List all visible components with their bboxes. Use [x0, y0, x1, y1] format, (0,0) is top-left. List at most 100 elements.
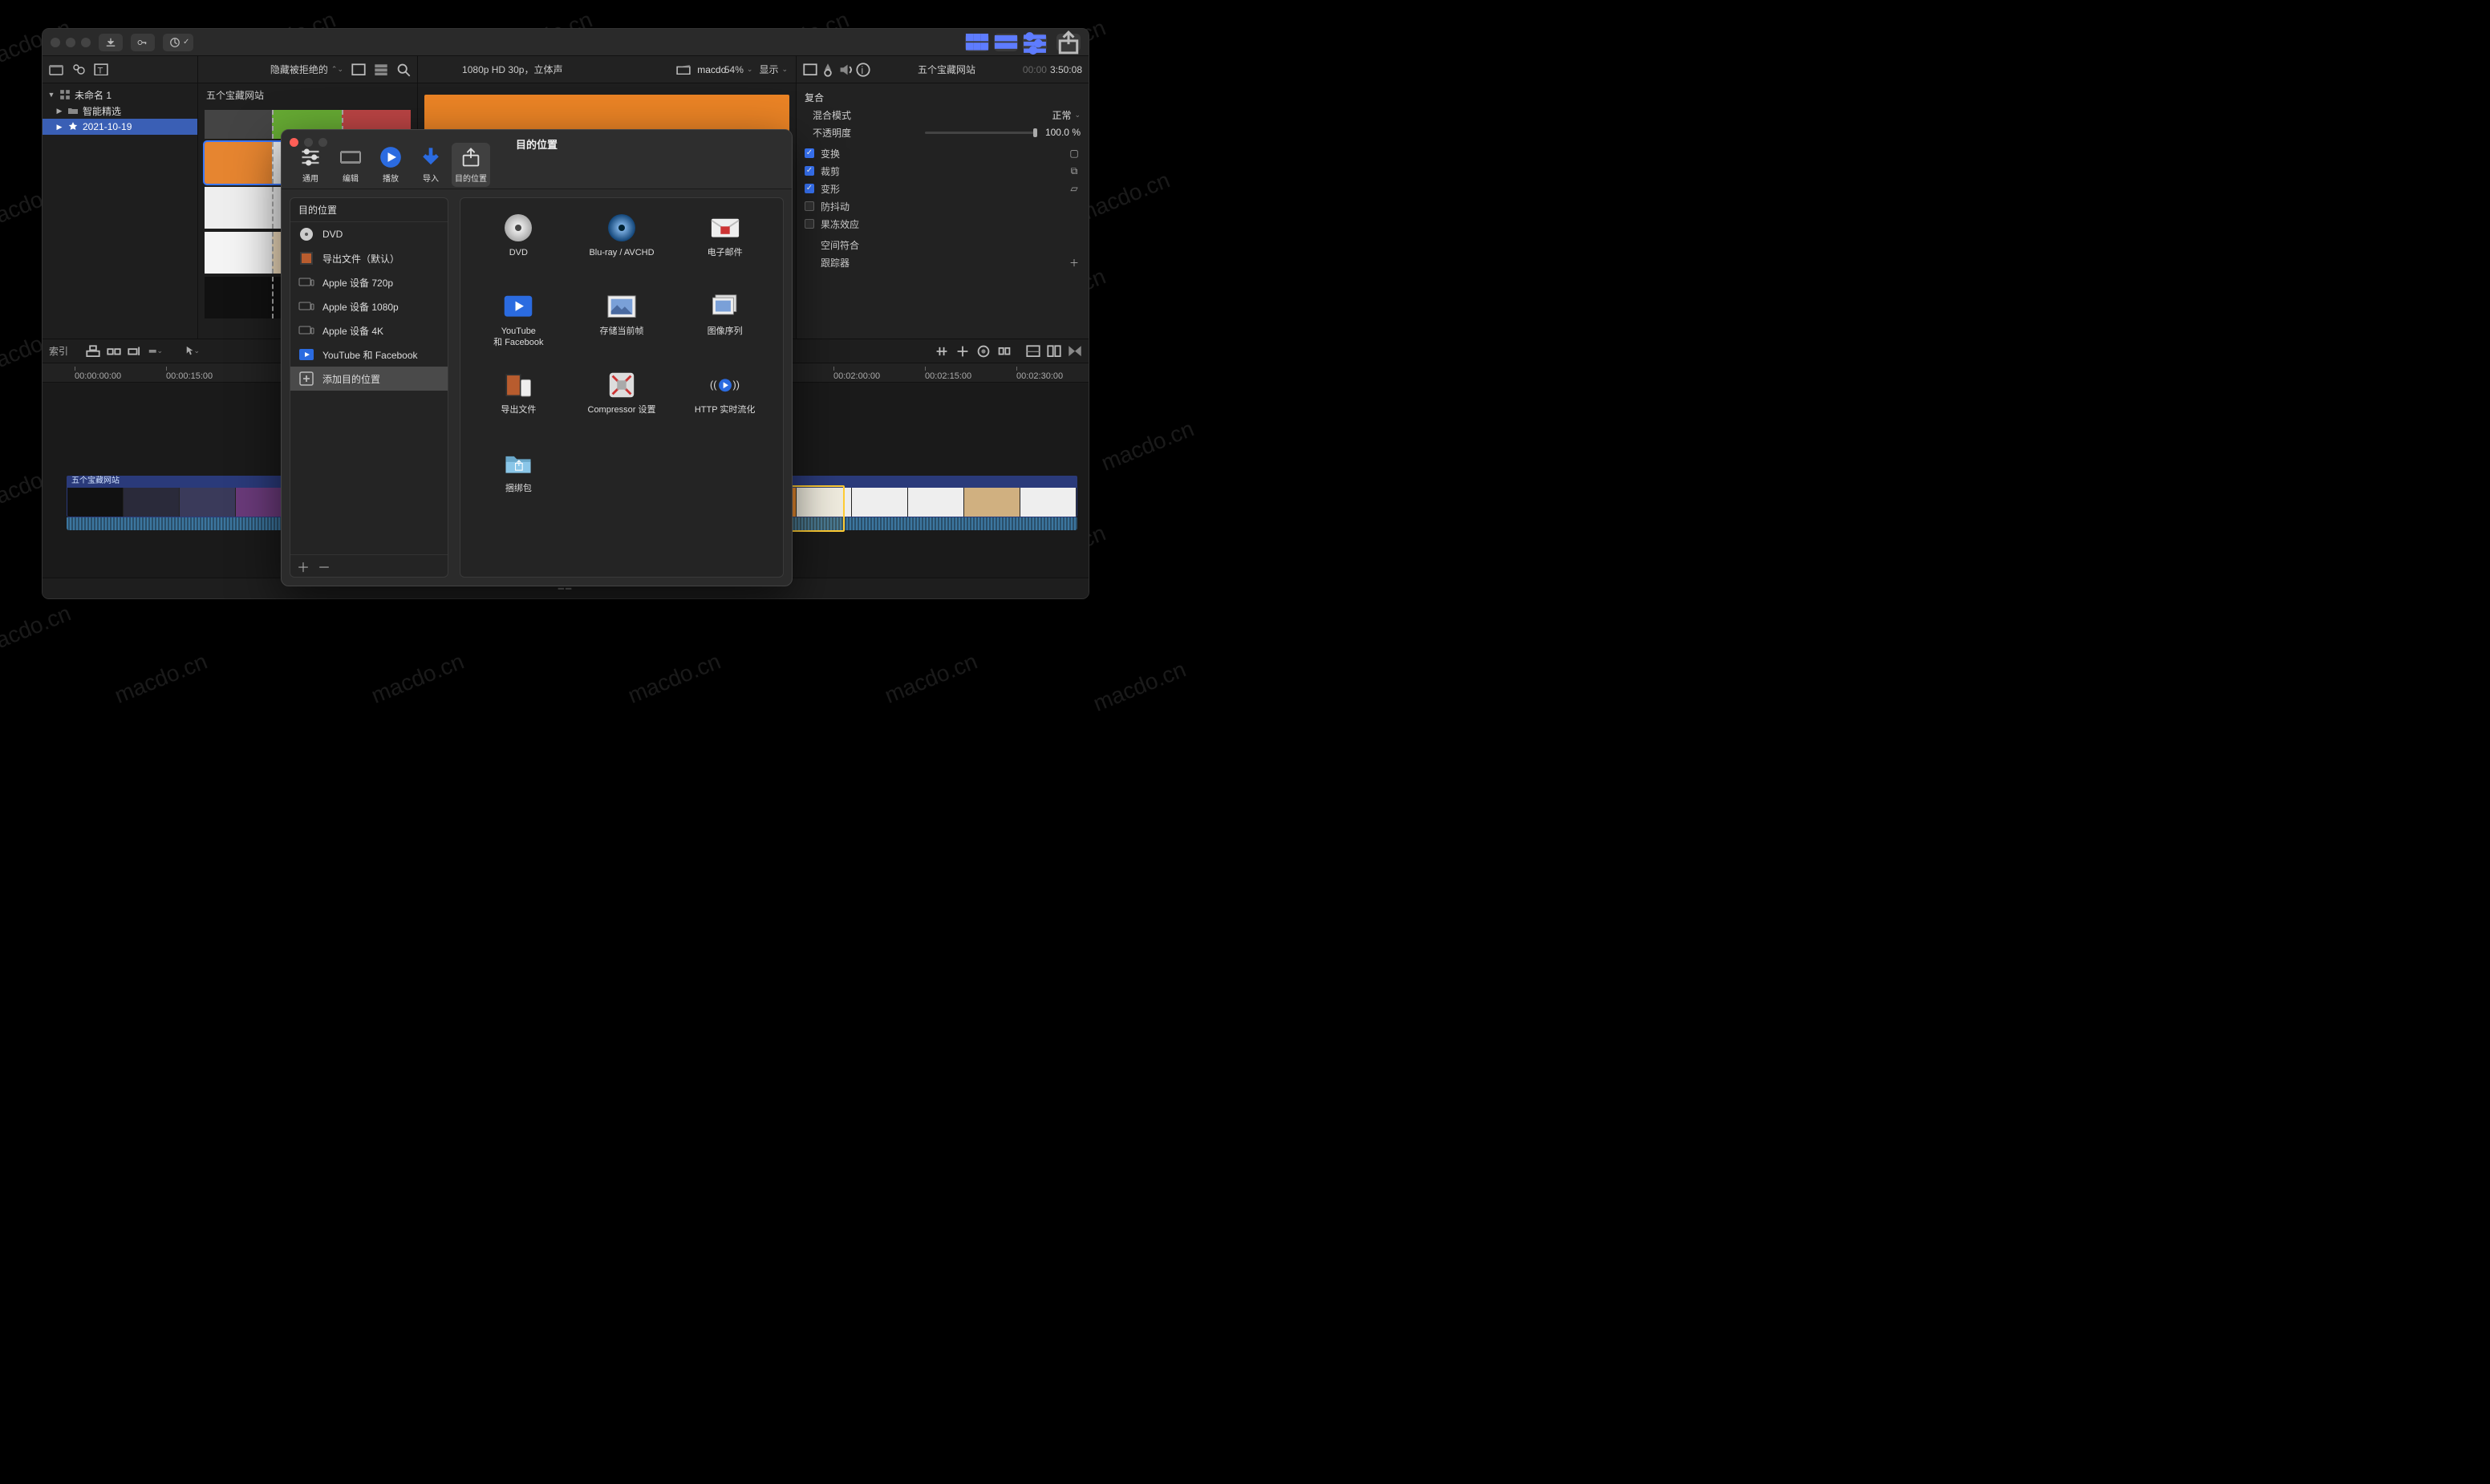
layout-inspector-button[interactable]	[1023, 34, 1047, 51]
sidebar-item-event[interactable]: ▶ 2021-10-19	[43, 119, 197, 135]
remove-destination-button[interactable]: －	[318, 557, 331, 576]
close-dot[interactable]	[51, 38, 60, 47]
tl-arrow-tool[interactable]: ⌄	[185, 344, 200, 359]
dest-label: HTTP 实时流化	[695, 405, 756, 416]
sidebar-item-smart[interactable]: ▶ 智能精选	[43, 103, 197, 119]
chevron-down-icon: ⌄	[193, 347, 200, 355]
tl-connect-icon[interactable]	[86, 344, 100, 359]
watermark: macdo.cn	[111, 648, 211, 708]
tl-append-icon[interactable]	[128, 344, 142, 359]
library-titles-icon[interactable]: T	[94, 63, 108, 77]
clip-browser-title: 五个宝藏网站	[198, 83, 417, 107]
dest-dvd[interactable]: DVD	[468, 213, 569, 288]
transform-tool-icon[interactable]: ▢	[1068, 148, 1081, 159]
rolling-label: 果冻效应	[821, 217, 1081, 231]
chevron-down-icon: ⌄	[156, 347, 163, 355]
background-tasks-button[interactable]: ✓	[163, 34, 193, 51]
clapperboard-icon	[676, 63, 691, 77]
dest-list-item-export-file[interactable]: 导出文件（默认）	[290, 246, 448, 270]
transform-checkbox[interactable]	[805, 148, 814, 158]
clip-filter-dropdown[interactable]: 隐藏被拒绝的 ⌃⌄	[270, 63, 343, 76]
distort-tool-icon[interactable]: ▱	[1068, 183, 1081, 194]
inspector-video-tab[interactable]	[803, 63, 817, 77]
tl-audio-skim-icon[interactable]	[955, 344, 970, 359]
library-root[interactable]: ▼ 未命名 1	[43, 87, 197, 103]
timeline-index-button[interactable]: 索引	[49, 344, 68, 358]
dest-youtube-facebook[interactable]: YouTube 和 Facebook	[468, 291, 569, 367]
tl-skimming-icon[interactable]	[935, 344, 949, 359]
dest-compressor[interactable]: Compressor 设置	[572, 370, 672, 445]
minimize-dot[interactable]	[66, 38, 75, 47]
library-root-label: 未命名 1	[75, 88, 112, 102]
svg-text:((: ((	[710, 379, 717, 391]
add-tracker-icon[interactable]: ＋	[1068, 256, 1081, 270]
viewer-display-dropdown[interactable]: 显示⌄	[759, 63, 788, 76]
library-media-icon[interactable]	[49, 63, 63, 77]
destinations-sidebar-header: 目的位置	[290, 198, 448, 222]
dest-list-item-apple-720p[interactable]: Apple 设备 720p	[290, 270, 448, 294]
library-photos-icon[interactable]	[71, 63, 86, 77]
distort-checkbox[interactable]	[805, 184, 814, 193]
dest-list-item-dvd[interactable]: DVD	[290, 222, 448, 246]
dest-email[interactable]: 电子邮件	[675, 213, 775, 288]
inspector-audio-tab[interactable]	[838, 63, 853, 77]
film-export-icon	[298, 250, 314, 266]
stabilize-checkbox[interactable]	[805, 201, 814, 211]
dest-list-item-apple-4k[interactable]: Apple 设备 4K	[290, 318, 448, 343]
disclosure-triangle-icon[interactable]: ▶	[55, 123, 63, 132]
viewer-format-label: 1080p HD 30p，立体声	[418, 63, 607, 76]
dest-export-file[interactable]: 导出文件	[468, 370, 569, 445]
rolling-checkbox[interactable]	[805, 219, 814, 229]
dest-image-sequence[interactable]: 图像序列	[675, 291, 775, 367]
clip-filmstrip-icon[interactable]	[351, 63, 366, 77]
tl-effects-icon[interactable]	[1047, 344, 1061, 359]
opacity-value: 100.0 %	[1045, 127, 1081, 138]
dest-http-stream[interactable]: (()) HTTP 实时流化	[675, 370, 775, 445]
viewer-zoom-dropdown[interactable]: 54%⌄	[724, 64, 753, 75]
disclosure-triangle-icon[interactable]: ▶	[55, 107, 63, 116]
crop-label: 裁剪	[821, 164, 1068, 178]
dest-label: 捆绑包	[505, 484, 532, 495]
blend-mode-dropdown[interactable]: 正常 ⌄	[1052, 108, 1081, 122]
tl-insert-icon[interactable]	[107, 344, 121, 359]
clip-list-icon[interactable]	[374, 63, 388, 77]
keyword-button[interactable]	[131, 34, 155, 51]
layout-timeline-button[interactable]	[994, 34, 1018, 51]
crop-checkbox[interactable]	[805, 166, 814, 176]
stabilize-label: 防抖动	[821, 200, 1081, 213]
dest-list-item-add[interactable]: 添加目的位置	[290, 367, 448, 391]
dest-label: YouTube 和 Facebook	[493, 326, 543, 349]
inspector-color-tab[interactable]	[821, 63, 835, 77]
dest-save-frame[interactable]: 存储当前帧	[572, 291, 672, 367]
distort-label: 变形	[821, 182, 1068, 196]
dest-list-item-label: 导出文件（默认）	[322, 252, 399, 266]
dest-label: DVD	[509, 248, 528, 259]
tl-overwrite-icon[interactable]: ⌄	[148, 344, 163, 359]
tl-transitions-icon[interactable]	[1068, 344, 1082, 359]
tl-solo-icon[interactable]	[976, 344, 991, 359]
dest-bundle[interactable]: 捆绑包	[468, 448, 569, 524]
tl-clip-appearance-icon[interactable]	[1026, 344, 1040, 359]
inspector-info-tab[interactable]: i	[856, 63, 870, 77]
tl-snapping-icon[interactable]	[997, 344, 1012, 359]
inspector-section-composite: 复合	[805, 91, 1081, 104]
dest-list-item-label: DVD	[322, 229, 343, 240]
layout-browser-button[interactable]	[965, 34, 989, 51]
search-icon[interactable]	[396, 63, 411, 77]
zoom-dot[interactable]	[81, 38, 91, 47]
dest-bluray[interactable]: Blu-ray / AVCHD	[572, 213, 672, 288]
share-button[interactable]	[1056, 34, 1081, 51]
destinations-grid: DVD Blu-ray / AVCHD 电子邮件 YouTube 和 Faceb…	[460, 197, 784, 578]
disclosure-triangle-icon[interactable]: ▼	[47, 91, 55, 99]
traffic-lights	[51, 38, 91, 47]
timeline-playhead-region[interactable]	[789, 485, 845, 532]
timeline-index-label: 索引	[49, 346, 68, 357]
import-button[interactable]	[99, 34, 123, 51]
crop-tool-icon[interactable]: ⧉	[1068, 165, 1081, 177]
dest-list-item-apple-1080p[interactable]: Apple 设备 1080p	[290, 294, 448, 318]
film-phone-icon	[503, 370, 533, 400]
add-destination-button[interactable]: ＋	[297, 557, 310, 576]
watermark: macdo.cn	[0, 600, 75, 660]
dest-list-item-youtube-facebook[interactable]: YouTube 和 Facebook	[290, 343, 448, 367]
opacity-slider[interactable]	[925, 132, 1037, 134]
